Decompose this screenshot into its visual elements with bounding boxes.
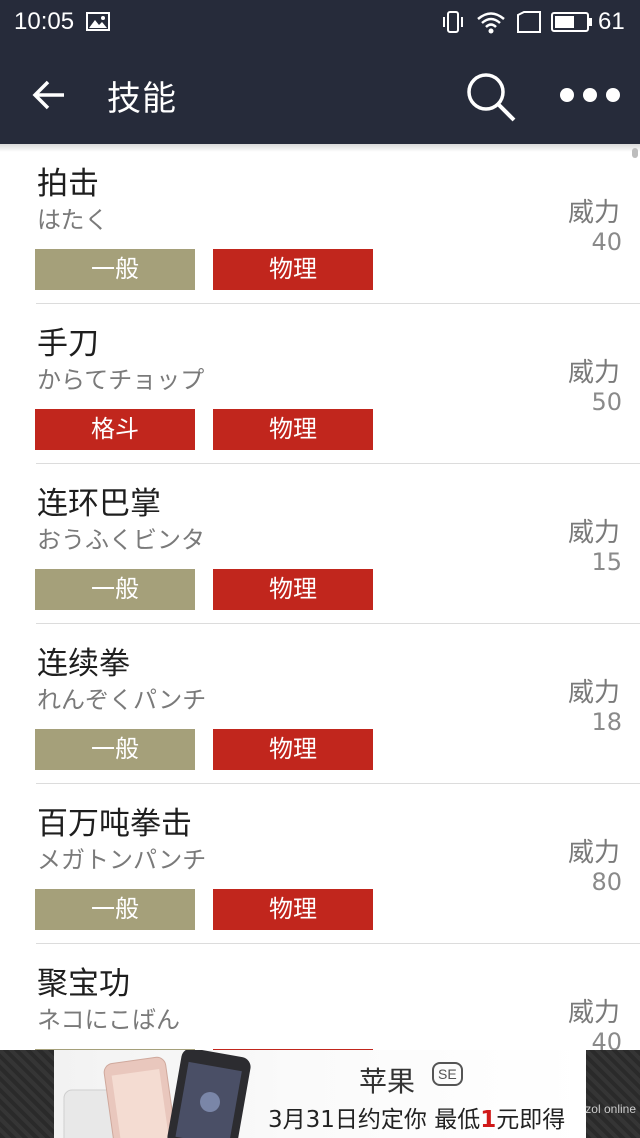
status-time: 10:05 xyxy=(14,8,75,35)
category-tag: 物理 xyxy=(213,569,373,610)
battery-level: 61 xyxy=(598,8,625,35)
ad-brand: 苹果 xyxy=(359,1065,416,1098)
move-list: 拍击 はたく 威力 40 一般 物理 手刀 からてチョップ 威力 50 格斗 物… xyxy=(0,144,640,1050)
move-kana: れんぞくパンチ xyxy=(37,686,207,714)
move-name: 手刀 xyxy=(37,326,99,362)
power-value: 40 xyxy=(591,228,622,256)
power-label: 威力 xyxy=(567,518,620,548)
power-label: 威力 xyxy=(567,358,620,388)
move-kana: ネコにこばん xyxy=(37,1006,181,1034)
wifi-icon xyxy=(477,12,505,34)
move-kana: はたく xyxy=(37,206,109,234)
ad-promo-suffix: 元即得 xyxy=(496,1107,566,1133)
type-tag: 一般 xyxy=(35,569,195,610)
power-label: 威力 xyxy=(567,998,620,1028)
move-item[interactable]: 百万吨拳击 メガトンパンチ 威力 80 一般 物理 xyxy=(0,784,640,944)
status-bar: 10:05 61 xyxy=(0,0,640,44)
ad-pattern xyxy=(0,1050,54,1138)
page-title: 技能 xyxy=(107,79,177,119)
power-value: 40 xyxy=(591,1028,622,1050)
phones-image xyxy=(63,1050,251,1138)
ad-logo: zol online xyxy=(585,1102,636,1116)
app-bar: 技能 xyxy=(0,44,640,144)
type-tag: 一般 xyxy=(35,889,195,930)
ad-promo-highlight: 1 xyxy=(480,1107,497,1133)
image-icon xyxy=(86,12,110,31)
move-name: 连环巴掌 xyxy=(37,486,161,522)
ad-badge: SE xyxy=(432,1062,463,1086)
move-name: 拍击 xyxy=(37,166,99,202)
ad-promo-text: 3月31日约定你 最低 xyxy=(268,1107,481,1133)
power-label: 威力 xyxy=(567,838,620,868)
power-value: 50 xyxy=(591,388,622,416)
ad-banner[interactable]: 苹果 SE 3月31日约定你 最低1元即得 zol online xyxy=(0,1050,640,1138)
move-name: 连续拳 xyxy=(37,646,130,682)
power-label: 威力 xyxy=(567,678,620,708)
move-item[interactable]: 拍击 はたく 威力 40 一般 物理 xyxy=(0,144,640,304)
vibrate-icon xyxy=(443,11,463,33)
back-arrow-icon[interactable] xyxy=(30,76,68,114)
type-tag: 一般 xyxy=(35,249,195,290)
power-label: 威力 xyxy=(567,198,620,228)
category-tag: 物理 xyxy=(213,889,373,930)
type-tag: 一般 xyxy=(35,729,195,770)
move-item[interactable]: 聚宝功 ネコにこばん 威力 40 一般 物理 xyxy=(0,944,640,1050)
move-kana: メガトンパンチ xyxy=(37,846,207,874)
category-tag: 物理 xyxy=(213,249,373,290)
power-value: 80 xyxy=(591,868,622,896)
move-name: 百万吨拳击 xyxy=(37,806,192,842)
power-value: 18 xyxy=(591,708,622,736)
category-tag: 物理 xyxy=(213,409,373,450)
appbar-shadow xyxy=(0,144,640,152)
more-icon[interactable] xyxy=(558,84,622,106)
move-name: 聚宝功 xyxy=(37,966,130,1002)
type-tag: 格斗 xyxy=(35,409,195,450)
ad-pattern xyxy=(586,1050,640,1138)
search-icon[interactable] xyxy=(464,70,518,124)
move-item[interactable]: 连环巴掌 おうふくビンタ 威力 15 一般 物理 xyxy=(0,464,640,624)
ad-panel[interactable]: 苹果 SE 3月31日约定你 最低1元即得 xyxy=(54,1050,586,1138)
move-kana: からてチョップ xyxy=(37,366,205,394)
scrollbar[interactable] xyxy=(632,148,638,158)
move-kana: おうふくビンタ xyxy=(37,526,205,554)
battery-icon xyxy=(551,12,592,32)
move-item[interactable]: 手刀 からてチョップ 威力 50 格斗 物理 xyxy=(0,304,640,464)
move-item[interactable]: 连续拳 れんぞくパンチ 威力 18 一般 物理 xyxy=(0,624,640,784)
screen-icon xyxy=(517,11,541,33)
power-value: 15 xyxy=(591,548,622,576)
ad-promo: 3月31日约定你 最低1元即得 xyxy=(268,1100,565,1134)
category-tag: 物理 xyxy=(213,729,373,770)
